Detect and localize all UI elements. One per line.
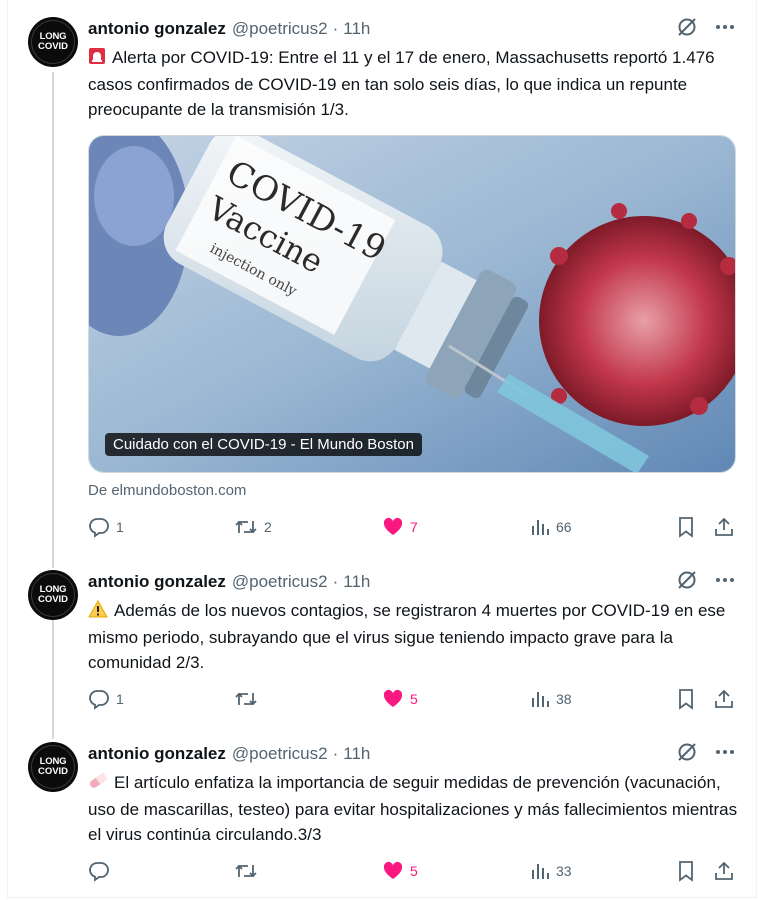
- tweet-2[interactable]: LONG COVID antonio gonzalez @poetricus2 …: [0, 560, 758, 730]
- bookmark-icon: [679, 689, 693, 710]
- views-button[interactable]: 38: [530, 686, 572, 712]
- tweet-3[interactable]: LONG COVID antonio gonzalez @poetricus2 …: [0, 732, 758, 898]
- heart-icon: [383, 517, 403, 535]
- more-options-icon[interactable]: [714, 569, 736, 596]
- reply-icon: [89, 518, 109, 538]
- share-icon: [715, 861, 733, 880]
- repost-icon: [235, 864, 257, 878]
- action-bar: 1 2 7 66: [88, 514, 738, 540]
- heart-icon: [383, 861, 403, 879]
- reply-button[interactable]: [88, 858, 116, 884]
- share-button[interactable]: [713, 686, 735, 712]
- bookmark-icon: [679, 861, 693, 882]
- bookmark-button[interactable]: [676, 858, 696, 884]
- reply-icon: [89, 690, 109, 710]
- author-handle[interactable]: @poetricus2: [232, 744, 328, 764]
- reply-icon: [89, 862, 109, 882]
- tweet-text: Alerta por COVID-19: Entre el 11 y el 17…: [88, 47, 715, 119]
- share-icon: [715, 689, 733, 708]
- timestamp[interactable]: 11h: [343, 572, 370, 592]
- header-icons: [676, 17, 736, 41]
- card-source[interactable]: De elmundoboston.com: [88, 482, 246, 499]
- reply-button[interactable]: 1: [88, 686, 124, 712]
- share-icon: [715, 517, 733, 536]
- more-options-icon[interactable]: [714, 741, 736, 768]
- tweet-header: antonio gonzalez @poetricus2 · 11h: [88, 572, 371, 592]
- action-bar: 5 33: [88, 858, 738, 884]
- tweet-text: Además de los nuevos contagios, se regis…: [88, 599, 726, 672]
- reply-button[interactable]: 1: [88, 514, 124, 540]
- views-button[interactable]: 66: [530, 514, 572, 540]
- like-button[interactable]: 5: [382, 858, 418, 884]
- bookmark-icon: [679, 517, 693, 538]
- repost-button[interactable]: 2: [234, 514, 272, 540]
- author-handle[interactable]: @poetricus2: [232, 572, 328, 592]
- repost-button[interactable]: [234, 686, 264, 712]
- card-image: COVID-19 Vaccine injection only: [89, 136, 735, 472]
- analytics-icon: [532, 692, 549, 707]
- like-button[interactable]: 5: [382, 686, 418, 712]
- tweet-header: antonio gonzalez @poetricus2 · 11h: [88, 744, 371, 764]
- repost-icon: [235, 692, 257, 706]
- tweet-header: antonio gonzalez @poetricus2 · 11h: [88, 19, 371, 39]
- rotating-light-icon: [88, 47, 106, 72]
- action-bar: 1 5 38: [88, 686, 738, 712]
- avatar[interactable]: LONG COVID: [28, 570, 78, 620]
- author-name[interactable]: antonio gonzalez: [88, 744, 226, 764]
- author-name[interactable]: antonio gonzalez: [88, 19, 226, 39]
- tweet-text: El artículo enfatiza la importancia de s…: [88, 772, 738, 844]
- author-name[interactable]: antonio gonzalez: [88, 572, 226, 592]
- header-icons: [676, 570, 736, 594]
- grok-icon[interactable]: [676, 569, 698, 596]
- bookmark-button[interactable]: [676, 514, 696, 540]
- share-button[interactable]: [713, 858, 735, 884]
- warning-icon: [88, 599, 108, 625]
- more-options-icon[interactable]: [714, 16, 736, 43]
- timestamp[interactable]: 11h: [343, 744, 370, 764]
- avatar[interactable]: LONG COVID: [28, 17, 78, 67]
- like-button[interactable]: 7: [382, 514, 418, 540]
- bookmark-button[interactable]: [676, 686, 696, 712]
- share-button[interactable]: [713, 514, 735, 540]
- pill-icon: [88, 772, 108, 797]
- avatar[interactable]: LONG COVID: [28, 742, 78, 792]
- views-button[interactable]: 33: [530, 858, 572, 884]
- timestamp[interactable]: 11h: [343, 19, 370, 39]
- repost-icon: [235, 520, 257, 534]
- author-handle[interactable]: @poetricus2: [232, 19, 328, 39]
- header-icons: [676, 742, 736, 766]
- grok-icon[interactable]: [676, 16, 698, 43]
- tweet-1[interactable]: LONG COVID antonio gonzalez @poetricus2 …: [0, 0, 758, 560]
- grok-icon[interactable]: [676, 741, 698, 768]
- repost-button[interactable]: [234, 858, 264, 884]
- heart-icon: [383, 689, 403, 707]
- card-caption: Cuidado con el COVID-19 - El Mundo Bosto…: [105, 433, 422, 456]
- link-card[interactable]: COVID-19 Vaccine injection only Cuidado …: [88, 135, 736, 473]
- analytics-icon: [532, 864, 549, 879]
- analytics-icon: [532, 520, 549, 535]
